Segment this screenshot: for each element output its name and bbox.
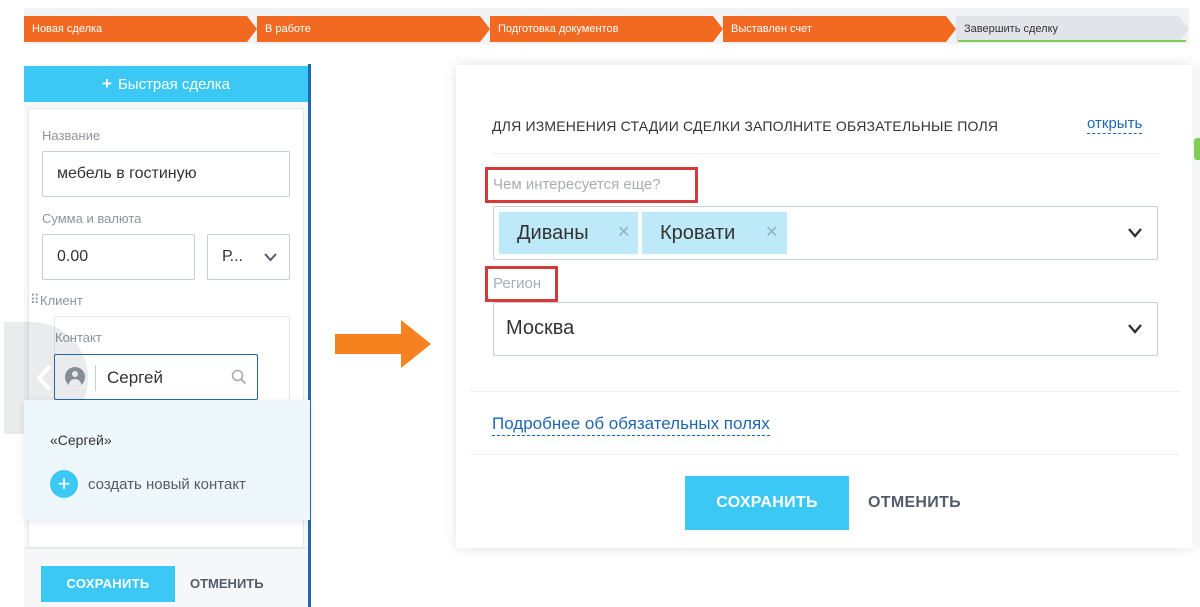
tag-label: Диваны bbox=[517, 222, 589, 244]
required-fields-dialog: ДЛЯ ИЗМЕНЕНИЯ СТАДИИ СДЕЛКИ ЗАПОЛНИТЕ ОБ… bbox=[456, 65, 1192, 548]
close-icon[interactable]: ✕ bbox=[617, 212, 630, 254]
drag-handle-icon[interactable]: ⠿ bbox=[30, 292, 39, 308]
stage-label: Завершить сделку bbox=[964, 23, 1059, 35]
stage-in-progress[interactable]: В работе bbox=[257, 16, 490, 42]
contact-dropdown: «Сергей» + создать новый контакт bbox=[24, 400, 310, 520]
open-link[interactable]: открыть bbox=[1087, 115, 1143, 134]
deal-name-input[interactable]: мебель в гостиную bbox=[42, 151, 290, 197]
quick-save-button[interactable]: СОХРАНИТЬ bbox=[41, 566, 175, 602]
status-marker bbox=[1194, 138, 1200, 160]
amount-label: Сумма и валюта bbox=[42, 211, 142, 226]
chevron-down-icon bbox=[1128, 324, 1142, 334]
arrow-right-icon bbox=[335, 320, 431, 368]
quick-deal-panel: + Быстрая сделка Название мебель в гостин… bbox=[4, 64, 311, 607]
stage-new-deal[interactable]: Новая сделка bbox=[24, 16, 257, 42]
amount-input[interactable]: 0.00 bbox=[42, 234, 195, 280]
section-divider bbox=[470, 454, 1180, 455]
tag-label: Кровати bbox=[660, 222, 736, 244]
stage-label: Новая сделка bbox=[32, 23, 103, 35]
interest-multiselect[interactable]: Диваны ✕ Кровати ✕ bbox=[493, 206, 1158, 260]
region-select[interactable]: Москва bbox=[493, 302, 1158, 356]
input-divider bbox=[95, 365, 96, 391]
stage-documents[interactable]: Подготовка документов bbox=[490, 16, 723, 42]
create-contact-label: создать новый контакт bbox=[88, 475, 246, 493]
contact-match-item[interactable]: «Сергей» bbox=[50, 432, 112, 448]
quick-cancel-button[interactable]: ОТМЕНИТЬ bbox=[190, 566, 264, 602]
client-label: Клиент bbox=[40, 293, 83, 308]
chevron-down-icon bbox=[1128, 228, 1142, 238]
search-icon[interactable] bbox=[231, 369, 247, 385]
required-fields-info-link[interactable]: Подробнее об обязательных полях bbox=[492, 413, 770, 436]
dialog-title: ДЛЯ ИЗМЕНЕНИЯ СТАДИИ СДЕЛКИ ЗАПОЛНИТЕ ОБ… bbox=[492, 118, 999, 134]
plus-icon: + bbox=[102, 74, 112, 93]
deal-name-value: мебель в гостиную bbox=[57, 165, 197, 182]
stage-label: В работе bbox=[265, 23, 311, 35]
stage-complete-deal[interactable]: Завершить сделку bbox=[956, 16, 1189, 42]
currency-select[interactable]: Р... bbox=[207, 234, 290, 280]
deal-stage-pipeline: Новая сделка В работе Подготовка докумен… bbox=[24, 8, 1189, 44]
amount-value: 0.00 bbox=[57, 248, 89, 265]
save-button[interactable]: СОХРАНИТЬ bbox=[685, 476, 849, 530]
close-icon[interactable]: ✕ bbox=[765, 212, 778, 254]
section-divider bbox=[470, 391, 1180, 392]
contact-value: Сергей bbox=[107, 368, 163, 387]
interest-label: Чем интересуется еще? bbox=[493, 176, 661, 193]
cancel-button[interactable]: ОТМЕНИТЬ bbox=[868, 476, 961, 530]
footer-divider bbox=[24, 548, 308, 549]
region-label: Регион bbox=[493, 275, 542, 292]
stage-label: Выставлен счет bbox=[731, 23, 812, 35]
chevron-left-icon bbox=[36, 364, 52, 392]
create-contact-link[interactable]: + создать новый контакт bbox=[50, 470, 246, 498]
plus-circle-icon: + bbox=[50, 470, 78, 498]
stage-label: Подготовка документов bbox=[498, 23, 619, 35]
tag-chip: Кровати ✕ bbox=[642, 212, 787, 254]
region-value: Москва bbox=[506, 317, 575, 339]
stage-invoice[interactable]: Выставлен счет bbox=[723, 16, 956, 42]
currency-value: Р... bbox=[222, 248, 243, 265]
chevron-down-icon bbox=[264, 253, 277, 262]
quick-deal-button[interactable]: + Быстрая сделка bbox=[24, 66, 308, 102]
stage-progress-bar bbox=[958, 40, 1186, 42]
tag-chip: Диваны ✕ bbox=[499, 212, 638, 254]
name-label: Название bbox=[42, 128, 101, 143]
quick-deal-label: Быстрая сделка bbox=[117, 76, 230, 93]
title-divider bbox=[492, 153, 1158, 154]
